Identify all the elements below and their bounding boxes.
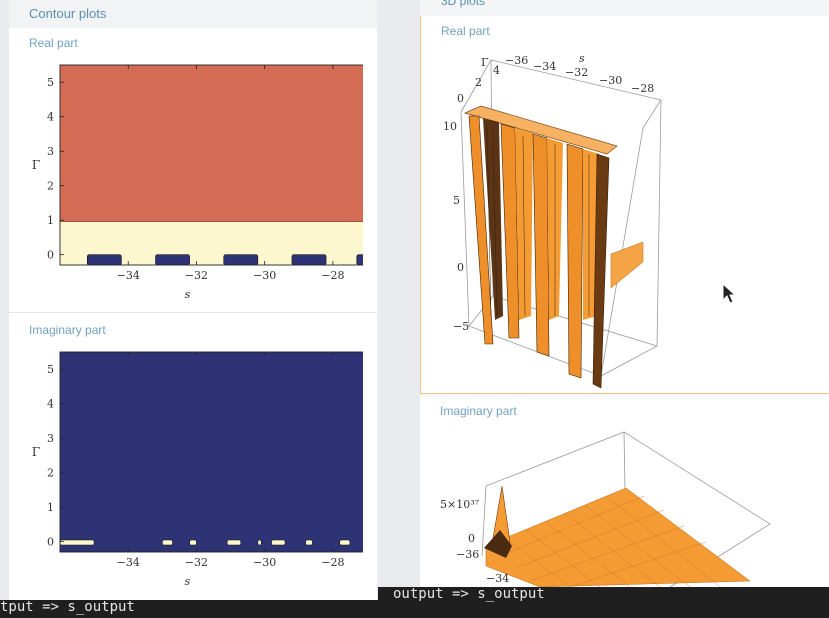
surface-real-s-ticks: −36 −34 −32 −30 −28 s — [505, 52, 654, 95]
mouse-cursor-icon — [722, 283, 736, 304]
contour-imag-xtick-label: −30 — [253, 556, 276, 569]
contour-real-ytick-label: 2 — [47, 180, 54, 193]
contour-real-region-low — [86, 254, 122, 266]
contour-real-xtick-label: −34 — [117, 269, 140, 282]
contour-plots-panel: Contour plots Real part −34 −32 −30 −28 0 1 2 3… — [9, 0, 377, 600]
surface-real-svg: 10 5 0 −5 −36 −34 −32 −30 −28 s 0 2 4 Γ — [443, 52, 662, 389]
gamma-tick: 2 — [475, 76, 482, 89]
contour-imag-xtick-label: −34 — [117, 556, 140, 569]
surface-imag-card[interactable]: Imaginary part 5×10³⁷ 0 −36 −34 — [420, 396, 829, 587]
section-divider — [9, 312, 377, 313]
contour-imag-region-mid — [226, 539, 242, 546]
s-tick: −34 — [486, 572, 509, 585]
gamma-tick: 4 — [493, 64, 500, 77]
contour-imag-xtick-label: −28 — [321, 556, 344, 569]
contour-real-xtick-label: −32 — [185, 269, 208, 282]
s-tick: −34 — [533, 60, 556, 73]
s-tick: −36 — [505, 54, 528, 67]
contour-imag-region-low — [60, 352, 367, 552]
contour-imag-xlabel: s — [185, 575, 191, 588]
z-tick: 0 — [468, 532, 475, 545]
contour-imag-region-mid — [339, 539, 351, 546]
contour-real-region-low — [223, 254, 259, 266]
z-tick: −5 — [453, 320, 469, 333]
contour-real-ytick-label: 3 — [47, 145, 54, 158]
z-tick: 0 — [457, 261, 464, 274]
contour-imag-svg: −34 −32 −30 −28 0 1 2 3 4 5 s Γ — [32, 351, 368, 588]
gamma-axis-label: Γ — [481, 56, 489, 69]
gamma-tick: 0 — [457, 92, 464, 105]
contour-real-xtick-label: −28 — [321, 269, 344, 282]
contour-imag-region-mid — [59, 539, 95, 546]
contour-imag-region-mid — [257, 539, 262, 546]
contour-imag-ylabel: Γ — [32, 445, 40, 459]
surface-real-wall-4 — [566, 143, 584, 379]
contour-real-ytick-label: 4 — [47, 111, 54, 124]
surface-real-card[interactable]: Real part 10 5 0 −5 −36 −34 −32 −30 −28 … — [420, 16, 829, 394]
z-tick: 10 — [443, 120, 457, 133]
contour-real-plot[interactable]: −34 −32 −30 −28 0 1 2 3 4 5 s Γ — [23, 56, 368, 311]
contour-imag-region-mid — [271, 539, 286, 546]
contour-imag-ytick-label: 2 — [47, 467, 54, 480]
contour-imag-ytick-label: 4 — [47, 398, 54, 411]
3d-plots-heading: 3D plots — [441, 0, 486, 8]
contour-imag-ytick-label: 5 — [47, 363, 54, 376]
surface-real-wall-3 — [532, 133, 550, 357]
3d-plots-panel: 3D plots Real part 10 5 0 −5 −36 −34 −32… — [420, 0, 829, 587]
surface-real-flat-sheet — [610, 241, 644, 289]
contour-real-ytick-label: 1 — [47, 214, 54, 227]
contour-imag-region-mid — [305, 539, 313, 546]
z-tick: 5×10³⁷ — [440, 498, 480, 511]
contour-real-ytick-label: 5 — [47, 76, 54, 89]
contour-real-region-low — [356, 254, 368, 266]
surface-real-gamma-ticks: 0 2 4 Γ — [457, 56, 500, 105]
surface-imag-sheet — [485, 487, 751, 587]
contour-imag-ytick-label: 1 — [47, 501, 54, 514]
contour-imag-ytick-label: 0 — [47, 536, 54, 549]
contour-plots-heading: Contour plots — [9, 0, 377, 28]
s-tick: −36 — [456, 548, 479, 561]
s-tick: −32 — [565, 66, 588, 79]
surface-imag-svg: 5×10³⁷ 0 −36 −34 — [440, 431, 771, 587]
contour-real-ytick-label: 0 — [47, 249, 54, 262]
s-tick: −30 — [599, 74, 622, 87]
contour-imag-plot[interactable]: −34 −32 −30 −28 0 1 2 3 4 5 s Γ — [23, 343, 368, 598]
contour-real-xlabel: s — [185, 288, 191, 301]
console-output-left[interactable]: tput => s_output — [0, 600, 378, 618]
contour-real-label: Real part — [29, 36, 78, 50]
contour-imag-region-mid — [162, 539, 173, 546]
z-tick: 5 — [453, 194, 460, 207]
contour-imag-ytick-label: 3 — [47, 432, 54, 445]
contour-real-region-low — [291, 254, 327, 266]
contour-real-xtick-label: −30 — [253, 269, 276, 282]
contour-real-svg: −34 −32 −30 −28 0 1 2 3 4 5 s Γ — [32, 64, 368, 301]
s-axis-label: s — [579, 52, 585, 65]
console-output-right[interactable]: output => s_output — [378, 587, 829, 618]
contour-imag-xtick-label: −32 — [185, 556, 208, 569]
contour-imag-label: Imaginary part — [29, 323, 106, 337]
contour-real-region-high — [60, 65, 367, 222]
contour-real-ylabel: Γ — [32, 158, 40, 172]
contour-imag-region-mid — [189, 539, 197, 546]
contour-real-region-low — [155, 254, 190, 266]
s-tick: −28 — [631, 82, 654, 95]
